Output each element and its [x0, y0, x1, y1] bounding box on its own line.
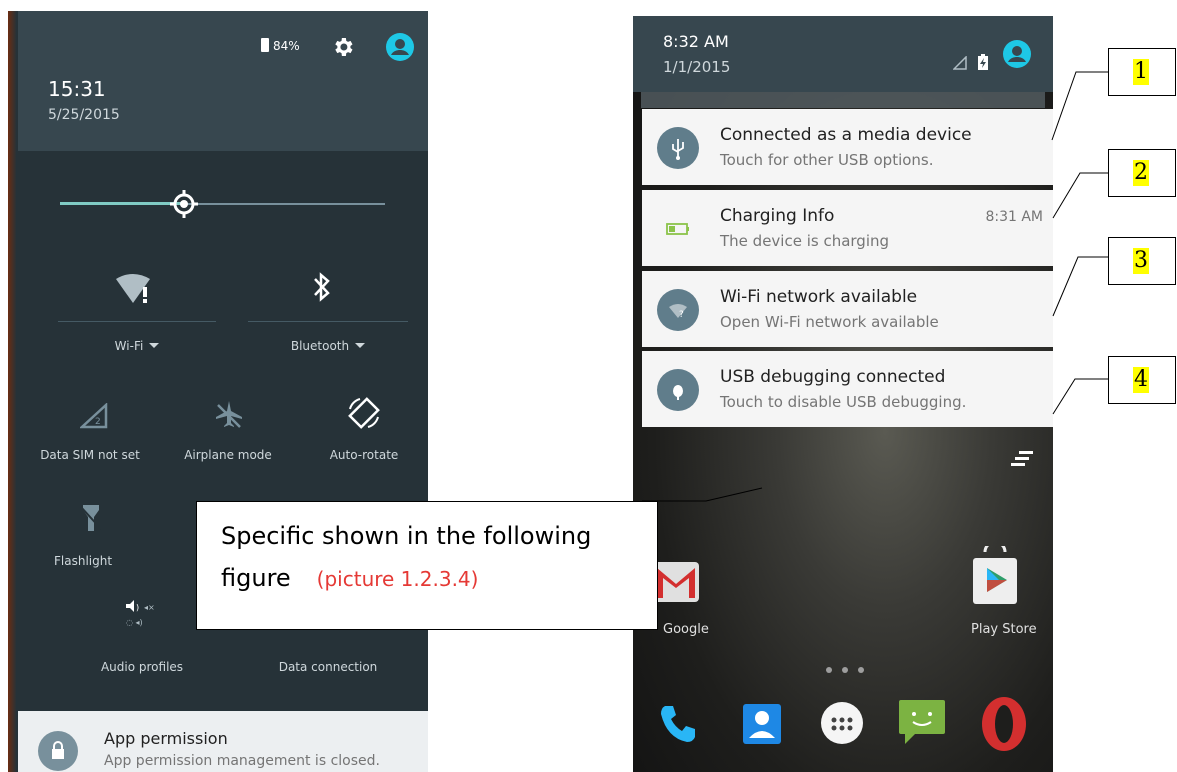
caption-box: Specific shown in the following figure (p…: [196, 501, 658, 630]
callout-number: 2: [1133, 160, 1149, 186]
caption-line-2: figure (picture 1.2.3.4): [221, 564, 478, 592]
caption-note: (picture 1.2.3.4): [316, 567, 479, 591]
callout-2: 2: [1108, 149, 1176, 197]
callout-number: 3: [1133, 248, 1149, 274]
callout-number: 1: [1133, 59, 1149, 85]
callout-1: 1: [1108, 48, 1176, 96]
callout-4: 4: [1108, 356, 1176, 404]
callout-3: 3: [1108, 237, 1176, 285]
caption-line-1: Specific shown in the following: [221, 522, 592, 550]
callout-number: 4: [1133, 367, 1149, 393]
caption-line-2-text: figure: [221, 564, 291, 592]
callout-leader-lines: [642, 71, 1108, 502]
